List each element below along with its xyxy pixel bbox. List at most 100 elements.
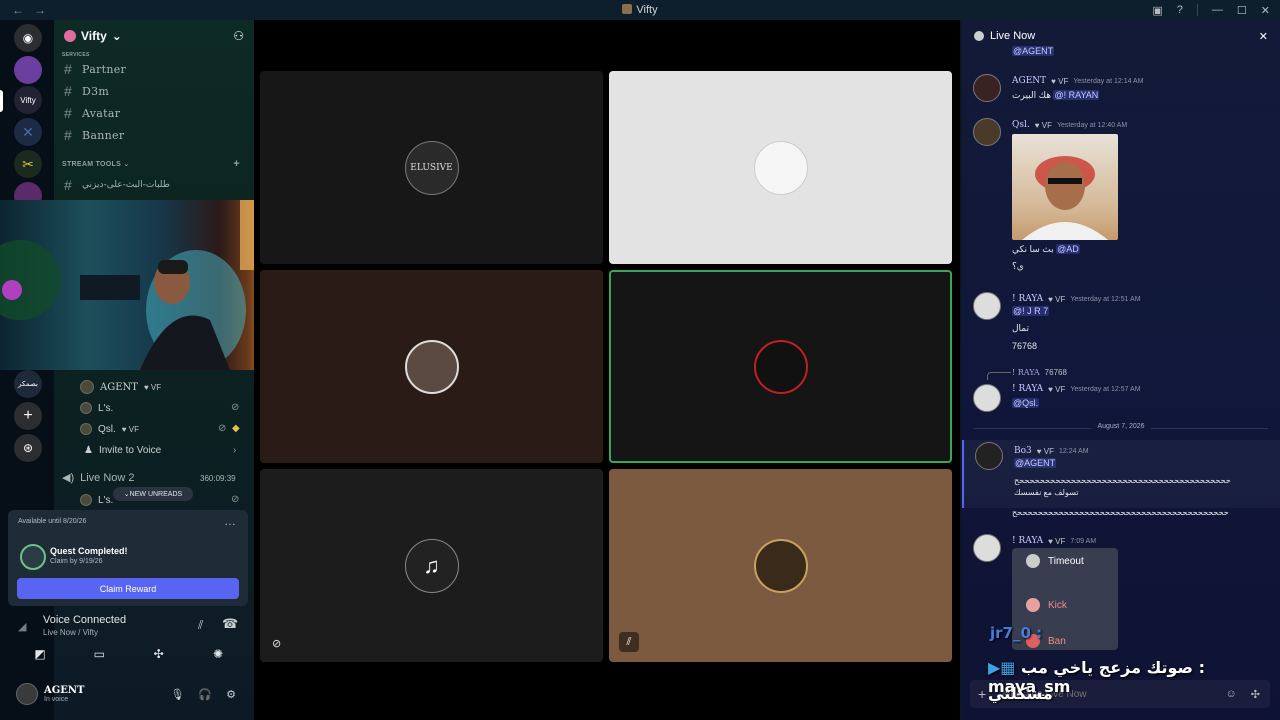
activities-icon[interactable]: ✣: [145, 644, 173, 664]
microphone-icon[interactable]: 🎙: [170, 688, 184, 701]
server-icon-vifty[interactable]: Vifty: [14, 86, 42, 114]
mention[interactable]: @AGENT: [1014, 458, 1057, 468]
menu-item-timeout[interactable]: Timeout: [1026, 554, 1084, 568]
mention[interactable]: @! RAYAN: [1053, 90, 1100, 100]
server-icon-x[interactable]: ✕: [14, 118, 42, 146]
message-author[interactable]: ! RAYA: [1012, 384, 1043, 394]
message-author[interactable]: ! RAYA: [1012, 294, 1043, 304]
message-image[interactable]: [1012, 134, 1118, 240]
message-author[interactable]: ! RAYA: [1012, 536, 1043, 546]
user-panel: AGENT In voice 🎙 🎧 ⚙: [0, 678, 254, 710]
video-grid: ELUSIVE ♫ ⊘ ⫽: [254, 20, 960, 720]
voice-connected-channel[interactable]: Live Now / Vifty: [43, 628, 98, 637]
invite-member-icon[interactable]: ⚇: [233, 29, 244, 43]
discover-icon[interactable]: ⊛: [14, 434, 42, 462]
add-server-icon[interactable]: +: [14, 402, 42, 430]
message-author[interactable]: Bo3: [1014, 446, 1032, 456]
add-attachment-icon[interactable]: +: [978, 686, 986, 702]
close-chat-button[interactable]: ✕: [1259, 30, 1268, 43]
headphones-icon[interactable]: 🎧: [198, 688, 212, 701]
video-tile[interactable]: [260, 270, 603, 463]
menu-item-kick[interactable]: Kick: [1026, 598, 1067, 612]
message-text: هك البيرت: [1012, 90, 1051, 100]
video-tile[interactable]: ⫽: [609, 469, 952, 662]
inbox-icon[interactable]: ▣: [1152, 4, 1162, 17]
title-bar: ← → Vifty ▣ ? — ☐ ✕: [0, 0, 1280, 20]
voice-channel-live-now-2[interactable]: ◀) Live Now 2: [62, 471, 135, 485]
message-text: تسولف مع نفسسك: [1014, 488, 1079, 497]
title-separator: [1196, 4, 1198, 16]
channel-banner[interactable]: # Banner: [54, 124, 254, 146]
discord-home-icon[interactable]: ◉: [14, 24, 42, 52]
video-tile[interactable]: [609, 71, 952, 264]
badge-label: VF: [150, 382, 162, 392]
quest-card: Available until 8/20/26 … Quest Complete…: [8, 510, 248, 606]
overlay-badge-icon: ▶▦: [988, 658, 1021, 677]
help-icon[interactable]: ?: [1177, 4, 1183, 16]
user-name: AGENT: [44, 685, 85, 696]
avatar[interactable]: [16, 683, 38, 705]
video-tile-speaking[interactable]: [609, 270, 952, 463]
channel-avatar[interactable]: # Avatar: [54, 102, 254, 124]
add-channel-icon[interactable]: +: [233, 158, 240, 170]
voice-user-ls-2[interactable]: L's.: [80, 494, 113, 506]
invite-to-voice[interactable]: ♟ Invite to Voice: [84, 445, 161, 456]
new-unreads-pill[interactable]: ⌄ NEW UNREADS: [113, 487, 193, 501]
soundboard-icon[interactable]: ✺: [204, 644, 232, 664]
video-tile[interactable]: ELUSIVE: [260, 71, 603, 264]
voice-user-ls[interactable]: L's.: [80, 402, 113, 414]
mention[interactable]: @AGENT: [1012, 46, 1055, 56]
voice-user-agent[interactable]: AGENT ♥ VF: [80, 380, 161, 394]
close-window-button[interactable]: ✕: [1261, 4, 1270, 17]
channel-stream-requests[interactable]: # طلبات-البث-على-ديزني: [54, 174, 254, 196]
quest-icon: [20, 544, 46, 570]
invite-label: Invite to Voice: [98, 445, 162, 456]
channel-partner[interactable]: # Partner: [54, 58, 254, 80]
mention[interactable]: @! J R 7: [1012, 306, 1050, 316]
screen-share-icon[interactable]: ▭: [85, 644, 113, 664]
noise-suppression-icon[interactable]: ⫽: [198, 618, 203, 633]
maximize-button[interactable]: ☐: [1237, 4, 1247, 17]
badge-label: VF: [1055, 294, 1066, 304]
server-icon-arabic[interactable]: بصمكر: [14, 370, 42, 398]
claim-reward-button[interactable]: Claim Reward: [17, 578, 239, 599]
avatar[interactable]: [973, 292, 1001, 320]
reply-author[interactable]: ! RAYA: [1012, 368, 1040, 377]
message-author[interactable]: AGENT: [1012, 76, 1046, 86]
mention[interactable]: @Qsl.: [1012, 398, 1040, 408]
avatar[interactable]: [973, 118, 1001, 146]
back-arrow-icon[interactable]: ←: [12, 3, 24, 17]
server-icon-purple[interactable]: [14, 56, 42, 84]
category-label: STREAM TOOLS: [62, 161, 122, 168]
mention[interactable]: @AD: [1056, 244, 1080, 254]
avatar[interactable]: [975, 442, 1003, 470]
settings-gear-icon[interactable]: ⚙: [226, 688, 236, 701]
server-label: بصمكر: [18, 381, 38, 388]
message-text: ح‏حححححححححححححححححححححححححححححححححححححح…: [1014, 476, 1231, 485]
new-unreads-label: NEW UNREADS: [129, 490, 183, 498]
video-tile[interactable]: ♫ ⊘: [260, 469, 603, 662]
speaker-icon: ◀): [62, 472, 75, 484]
server-icon-tools[interactable]: ✂: [14, 150, 42, 178]
more-options-icon[interactable]: …: [224, 514, 236, 528]
avatar[interactable]: [973, 384, 1001, 412]
server-avatar-icon: [64, 30, 76, 42]
channel-d3m[interactable]: # D3m: [54, 80, 254, 102]
disconnect-icon[interactable]: ☎: [222, 616, 238, 632]
chat-header: Live Now ✕: [962, 20, 1280, 52]
camera-off-icon[interactable]: ◩: [26, 644, 54, 664]
voice-user-qsl[interactable]: Qsl. ♥ VF: [80, 423, 139, 435]
minimize-button[interactable]: —: [1212, 4, 1223, 16]
signal-icon: ◢: [18, 621, 27, 633]
channel-label: D3m: [82, 84, 110, 98]
avatar[interactable]: [973, 534, 1001, 562]
avatar[interactable]: [973, 74, 1001, 102]
message-author[interactable]: Qsl.: [1012, 120, 1030, 130]
forward-arrow-icon[interactable]: →: [34, 3, 46, 17]
hash-icon: #: [64, 105, 73, 121]
avatar: [80, 494, 92, 506]
category-stream-tools[interactable]: STREAM TOOLS ⌄ +: [54, 154, 254, 174]
server-header[interactable]: Vifty ⌄ ⚇: [54, 20, 254, 52]
message-text: 76768: [1012, 341, 1038, 351]
hash-icon: #: [64, 61, 73, 77]
